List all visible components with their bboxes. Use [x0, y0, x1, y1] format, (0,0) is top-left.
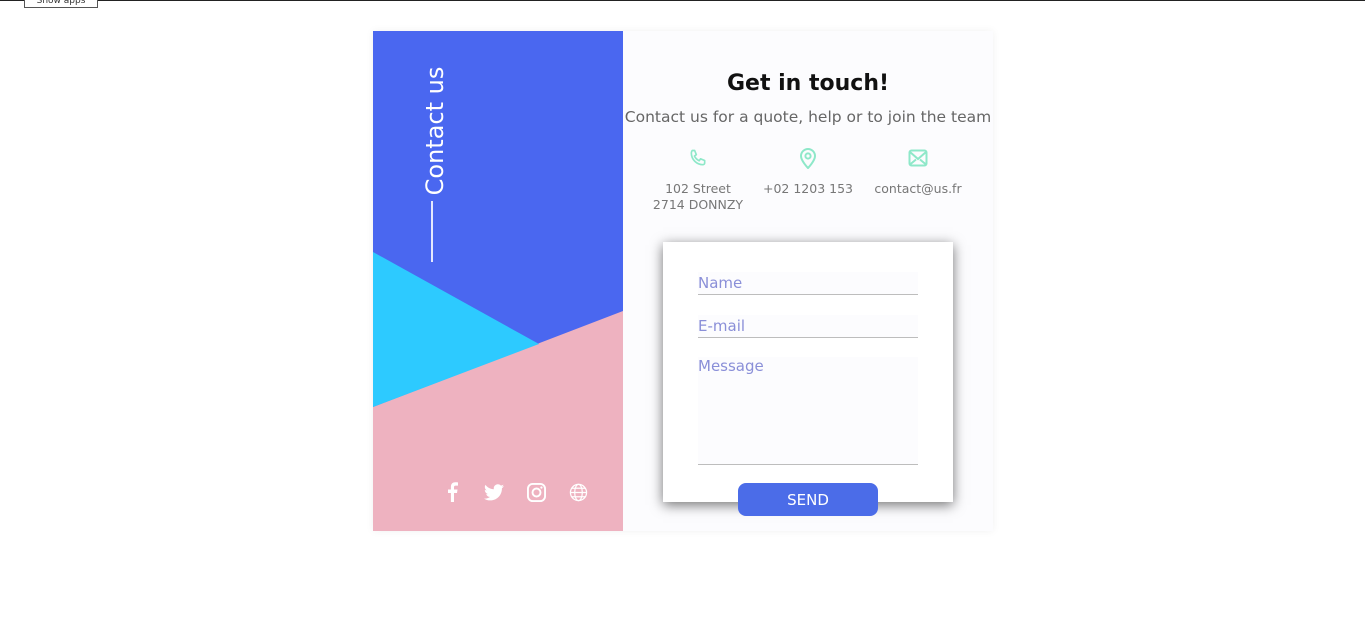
phone-info: +02 1203 153	[753, 145, 863, 197]
address-line-2: 2714 DONNZY	[652, 197, 744, 212]
top-border	[0, 0, 1365, 1]
globe-icon[interactable]	[557, 481, 599, 503]
sidebar-title: Contact us	[421, 66, 449, 195]
address-info: 102 Street 2714 DONNZY	[643, 145, 753, 213]
twitter-icon[interactable]	[473, 481, 515, 503]
instagram-icon[interactable]	[515, 481, 557, 503]
sidebar-divider	[431, 201, 433, 262]
location-pin-icon	[753, 145, 863, 171]
show-apps-tab[interactable]: Show apps	[24, 0, 98, 8]
email-info: contact@us.fr	[863, 145, 973, 197]
contact-sidebar: Contact us	[373, 31, 623, 531]
phone-icon	[643, 145, 753, 171]
email-address[interactable]: contact@us.fr	[863, 181, 973, 197]
address-line-1: 102 Street	[665, 181, 731, 196]
contact-form	[663, 242, 953, 502]
facebook-icon[interactable]	[431, 481, 473, 503]
message-field[interactable]	[698, 357, 918, 465]
contact-content: Get in touch! Contact us for a quote, he…	[623, 31, 993, 531]
phone-number: +02 1203 153	[763, 181, 853, 196]
sidebar-background	[373, 31, 623, 531]
envelope-icon	[863, 145, 973, 171]
contact-card: Contact us Get in touch! Contact us for …	[373, 31, 993, 531]
social-links	[431, 481, 599, 503]
page-subtitle: Contact us for a quote, help or to join …	[624, 108, 992, 126]
send-button[interactable]: SEND	[738, 483, 878, 516]
page-title: Get in touch!	[726, 71, 890, 96]
email-field[interactable]	[698, 315, 918, 338]
name-field[interactable]	[698, 272, 918, 295]
